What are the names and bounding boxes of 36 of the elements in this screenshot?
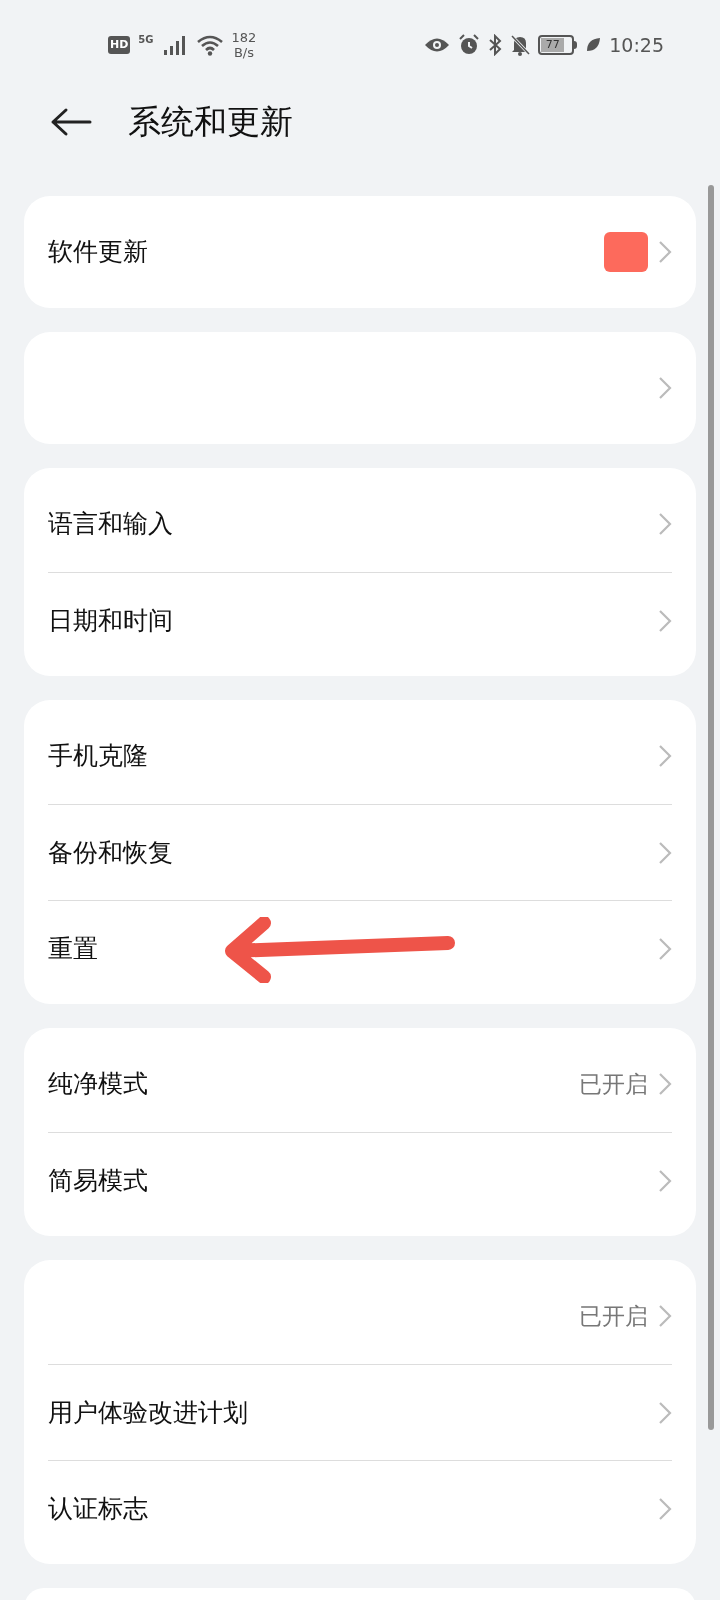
settings-row[interactable]: 用户体验改进计划 — [48, 1364, 672, 1460]
row-value: 已开启 — [579, 1069, 648, 1099]
settings-row[interactable]: 认证标志 — [48, 1460, 672, 1556]
row-label: 重置 — [48, 932, 98, 965]
row-label: 备份和恢复 — [48, 836, 173, 869]
settings-row[interactable]: 纯净模式 已开启 — [48, 1036, 672, 1132]
row-label: 用户体验改进计划 — [48, 1396, 248, 1429]
row-label: 日期和时间 — [48, 604, 173, 637]
alarm-icon — [458, 34, 481, 56]
hd-icon: HD — [108, 36, 131, 54]
network-label: 5G — [138, 35, 154, 45]
page-title: 系统和更新 — [128, 101, 293, 144]
settings-row[interactable]: 备份和恢复 — [48, 804, 672, 900]
settings-row[interactable]: 简易模式 — [48, 1132, 672, 1228]
row-label: 纯净模式 — [48, 1068, 148, 1101]
bluetooth-icon — [488, 34, 503, 56]
eye-icon — [424, 36, 451, 54]
settings-row[interactable]: 重置 — [48, 900, 672, 996]
wifi-icon — [195, 34, 224, 56]
settings-row[interactable]: 日期和时间 — [48, 572, 672, 668]
signal-icon — [161, 34, 188, 56]
settings-row[interactable]: 手机克隆 — [48, 708, 672, 804]
row-label: 软件更新 — [48, 236, 148, 269]
settings-row[interactable]: 语言和输入 — [48, 476, 672, 572]
row-value: 已开启 — [579, 1301, 648, 1331]
leaf-icon — [585, 37, 602, 53]
speed-value: 182 — [231, 30, 257, 45]
row-label: 语言和输入 — [48, 508, 173, 541]
battery-level: 77 — [541, 38, 565, 52]
row-label: 手机克隆 — [48, 740, 148, 773]
speed-unit: B/s — [233, 45, 254, 60]
row-label: 认证标志 — [48, 1492, 148, 1525]
row-label: 简易模式 — [48, 1164, 148, 1197]
settings-row[interactable]: 已开启 — [48, 1268, 672, 1364]
clock-time: 10:25 — [609, 32, 664, 58]
bell-off-icon — [510, 34, 531, 56]
